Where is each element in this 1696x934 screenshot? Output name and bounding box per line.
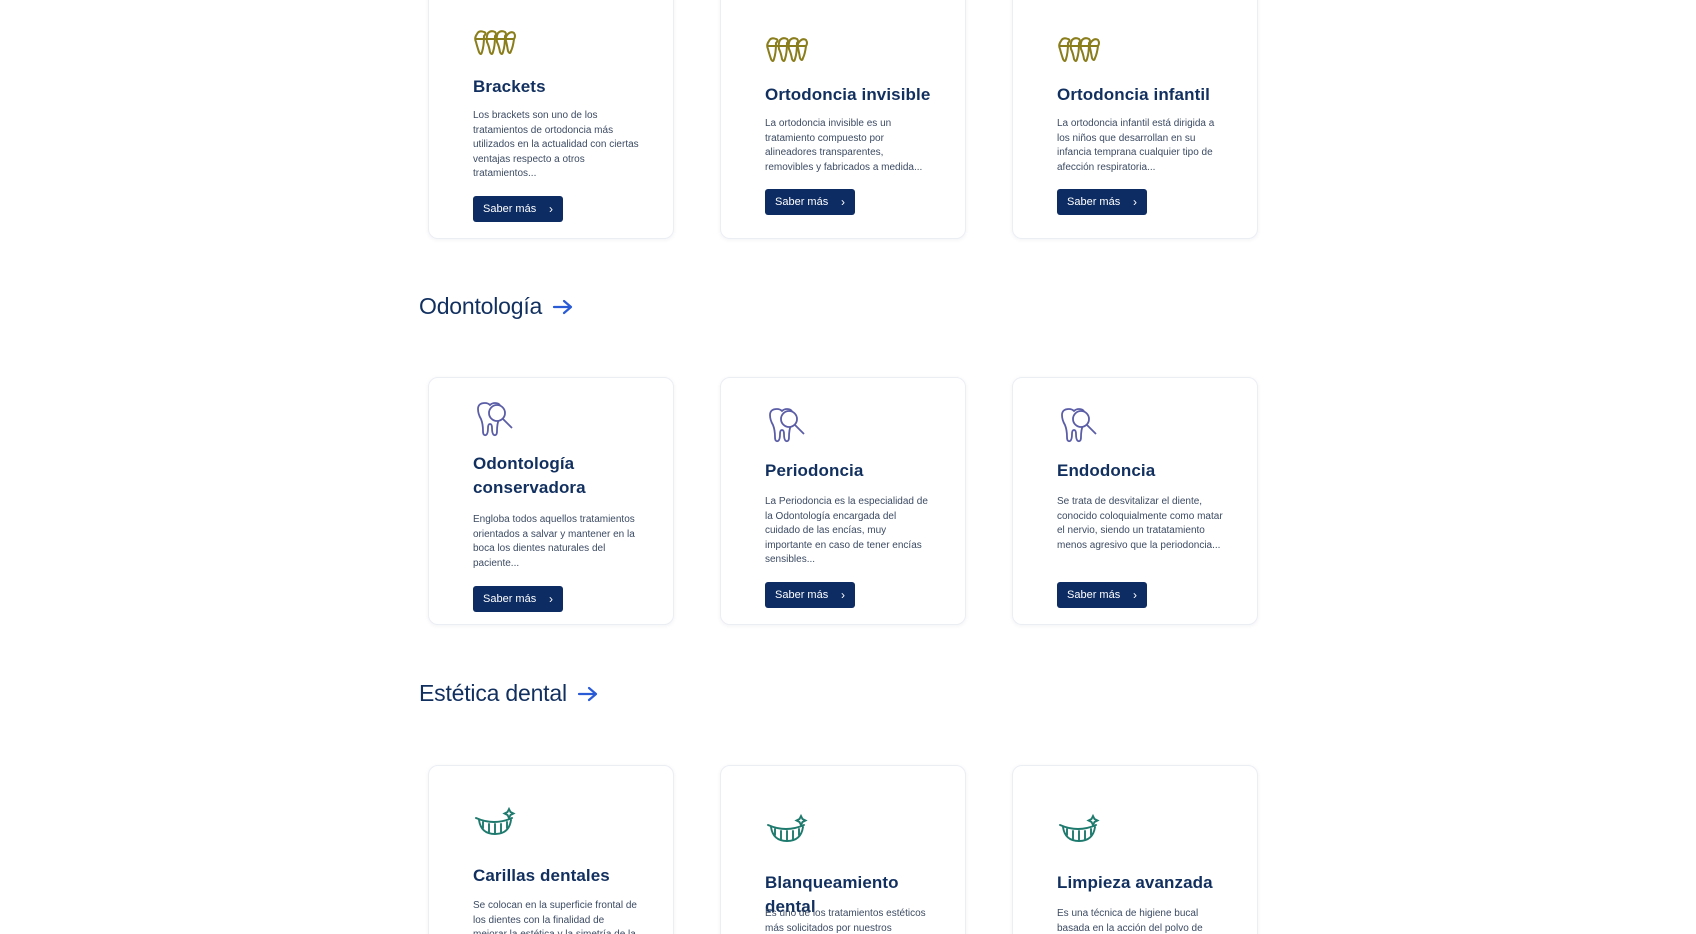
- teeth-braces-icon: [1058, 37, 1100, 62]
- section-heading-label: Odontología: [419, 293, 543, 319]
- smile-sparkle-icon: [767, 813, 808, 842]
- treatment-card-endodoncia[interactable]: Endodoncia Se trata de desvitalizar el d…: [1012, 377, 1258, 625]
- page: Brackets Los brackets son uno de los tra…: [0, 0, 1696, 934]
- treatment-card-ortodoncia-infantil[interactable]: Ortodoncia infantil La ortodoncia infant…: [1012, 0, 1258, 239]
- card-description: La Periodoncia es la especialidad de la …: [765, 496, 928, 565]
- saber-mas-button[interactable]: Saber más ›: [473, 586, 563, 612]
- card-description: Se trata de desvitalizar el diente, cono…: [1057, 496, 1223, 551]
- saber-mas-button[interactable]: Saber más ›: [765, 582, 855, 608]
- treatment-card-limpieza-avanzada[interactable]: Limpieza avanzada Es una técnica de higi…: [1012, 765, 1258, 934]
- button-label: Saber más: [775, 589, 829, 601]
- section-heading-label: Estética dental: [419, 680, 567, 706]
- smile-sparkle-icon: [475, 806, 516, 835]
- chevron-right-icon: ›: [1133, 195, 1137, 209]
- treatment-card-ortodoncia-invisible[interactable]: Ortodoncia invisible La ortodoncia invis…: [720, 0, 966, 239]
- button-label: Saber más: [483, 593, 537, 605]
- card-title: Carillas dentales: [473, 866, 610, 885]
- treatment-card-brackets[interactable]: Brackets Los brackets son uno de los tra…: [428, 0, 674, 239]
- chevron-right-icon: ›: [549, 202, 553, 216]
- card-description: Engloba todos aquellos tratamientos orie…: [473, 514, 635, 569]
- card-description: Se colocan en la superficie frontal de l…: [473, 900, 637, 934]
- treatment-card-carillas-dentales[interactable]: Carillas dentales Se colocan en la super…: [428, 765, 674, 934]
- teeth-braces-icon: [474, 30, 516, 55]
- saber-mas-button[interactable]: Saber más ›: [1057, 189, 1147, 215]
- treatment-card-odontologia-conservadora[interactable]: Odontología conservadora Engloba todos a…: [428, 377, 674, 625]
- teeth-braces-icon: [766, 37, 808, 62]
- button-label: Saber más: [1067, 589, 1121, 601]
- card-description: La ortodoncia invisible es un tratamient…: [765, 118, 923, 173]
- card-title: Periodoncia: [765, 461, 864, 480]
- chevron-right-icon: ›: [841, 588, 845, 602]
- smile-sparkle-icon: [1059, 813, 1100, 842]
- button-label: Saber más: [775, 196, 829, 208]
- card-title: Brackets: [473, 77, 546, 96]
- card-description: La ortodoncia infantil está dirigida a l…: [1057, 118, 1215, 173]
- card-title: Ortodoncia invisible: [765, 85, 931, 104]
- chevron-right-icon: ›: [1133, 588, 1137, 602]
- tooth-magnifier-icon: [477, 402, 513, 437]
- arrow-right-icon: [553, 299, 573, 314]
- card-description: Es uno de los tratamientos estéticos más…: [765, 908, 926, 934]
- button-label: Saber más: [483, 203, 537, 215]
- treatment-card-blanqueamiento-dental[interactable]: Blanqueamiento dental Es uno de los trat…: [720, 765, 966, 934]
- card-title: Limpieza avanzada: [1057, 873, 1213, 892]
- card-description: Los brackets son uno de los tratamientos…: [473, 110, 639, 179]
- card-description: Es una técnica de higiene bucal basada e…: [1057, 908, 1203, 934]
- arrow-right-icon: [577, 686, 597, 701]
- saber-mas-button[interactable]: Saber más ›: [473, 196, 563, 222]
- section-heading-odontologia[interactable]: Odontología: [419, 293, 574, 320]
- treatment-card-periodoncia[interactable]: Periodoncia La Periodoncia es la especia…: [720, 377, 966, 625]
- card-title: Ortodoncia infantil: [1057, 85, 1211, 104]
- card-title: Odontología conservadora: [473, 454, 586, 497]
- card-title: Endodoncia: [1057, 461, 1156, 480]
- button-label: Saber más: [1067, 196, 1121, 208]
- tooth-magnifier-icon: [769, 408, 805, 443]
- saber-mas-button[interactable]: Saber más ›: [1057, 582, 1147, 608]
- saber-mas-button[interactable]: Saber más ›: [765, 189, 855, 215]
- chevron-right-icon: ›: [549, 592, 553, 606]
- section-heading-estetica-dental[interactable]: Estética dental: [419, 680, 599, 707]
- tooth-magnifier-icon: [1061, 408, 1097, 443]
- chevron-right-icon: ›: [841, 195, 845, 209]
